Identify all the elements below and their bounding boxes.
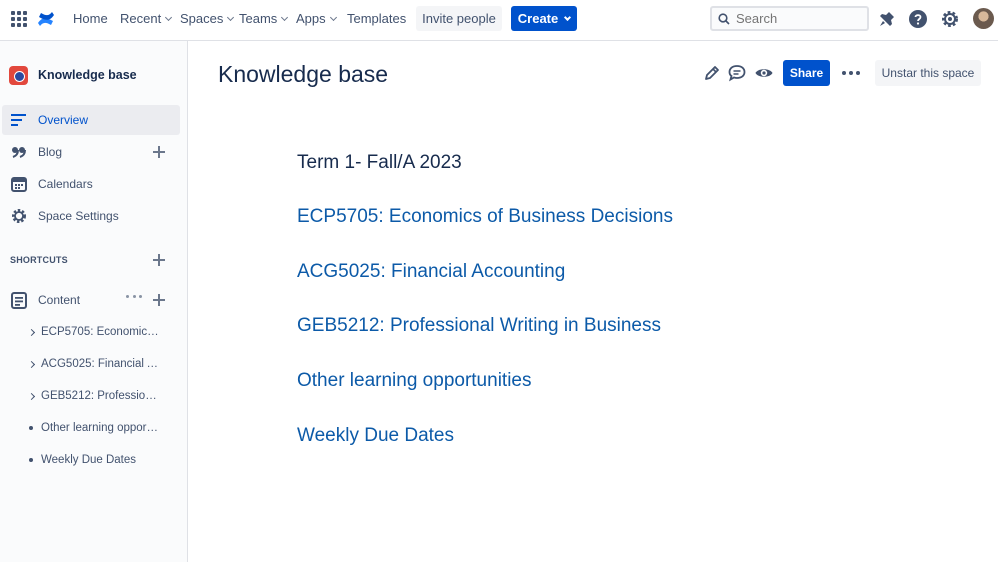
comment-icon[interactable]: [727, 63, 747, 83]
overview-icon: [10, 111, 28, 129]
nav-teams-label: Teams: [239, 11, 278, 26]
nav-spaces[interactable]: Spaces: [180, 0, 235, 38]
sidebar-item-space-settings[interactable]: Space Settings: [2, 201, 180, 231]
notification-bell-icon[interactable]: [877, 9, 897, 29]
sidebar-item-calendars[interactable]: Calendars: [2, 169, 180, 199]
course-link[interactable]: Weekly Due Dates: [297, 425, 454, 447]
search-box[interactable]: [710, 6, 869, 31]
space-sidebar: Knowledge base Overview Blog Calendars S…: [0, 41, 188, 562]
invite-people-button[interactable]: Invite people: [416, 6, 502, 31]
nav-home-label: Home: [73, 11, 108, 26]
nav-apps[interactable]: Apps: [296, 0, 337, 38]
shortcuts-heading: SHORTCUTS: [10, 255, 68, 265]
sidebar-item-label: Overview: [38, 113, 89, 127]
course-link[interactable]: ECP5705: Economics of Business Decisions: [297, 206, 673, 228]
nav-teams[interactable]: Teams: [239, 0, 289, 38]
tree-item[interactable]: ECP5705: Economics of Business Decisions: [0, 318, 186, 346]
tree-item[interactable]: Other learning opportunities: [0, 414, 186, 442]
calendar-icon: [10, 175, 28, 193]
nav-spaces-label: Spaces: [180, 11, 224, 26]
search-icon: [718, 12, 730, 25]
share-button[interactable]: Share: [783, 60, 830, 86]
tree-item[interactable]: GEB5212: Professional Writing in Busines…: [0, 382, 186, 410]
more-actions-icon[interactable]: [842, 71, 860, 75]
space-header[interactable]: Knowledge base: [9, 65, 137, 85]
page-title: Knowledge base: [218, 61, 389, 87]
course-link[interactable]: Other learning opportunities: [297, 370, 531, 392]
nav-templates[interactable]: Templates: [347, 0, 406, 38]
tree-item[interactable]: Weekly Due Dates: [0, 446, 186, 474]
add-shortcut-icon[interactable]: [153, 254, 165, 266]
add-content-icon[interactable]: [153, 294, 165, 306]
chevron-down-icon: [329, 13, 337, 22]
help-icon[interactable]: [908, 9, 928, 29]
sidebar-item-label: Blog: [38, 145, 63, 159]
nav-recent-label: Recent: [120, 11, 162, 26]
space-logo-icon: [9, 65, 28, 85]
chevron-right-icon[interactable]: [24, 328, 38, 336]
nav-home[interactable]: Home: [73, 0, 108, 38]
space-name: Knowledge base: [38, 68, 137, 82]
create-button[interactable]: Create: [511, 6, 577, 31]
nav-templates-label: Templates: [347, 11, 407, 26]
add-blog-icon[interactable]: [153, 146, 165, 158]
tree-item-label: Weekly Due Dates: [41, 454, 137, 466]
sidebar-item-label: Space Settings: [38, 209, 119, 223]
nav-recent[interactable]: Recent: [120, 0, 173, 38]
app-switcher-icon[interactable]: [11, 11, 27, 27]
user-avatar[interactable]: [973, 8, 994, 29]
term-heading: Term 1- Fall/A 2023: [297, 152, 462, 173]
sidebar-item-label: Calendars: [38, 177, 93, 191]
watch-eye-icon[interactable]: [754, 63, 774, 83]
edit-pencil-icon[interactable]: [702, 63, 722, 83]
sidebar-item-overview[interactable]: Overview: [2, 105, 180, 135]
unstar-space-button[interactable]: Unstar this space: [875, 60, 981, 86]
tree-item-label: ACG5025: Financial Accounting: [41, 358, 161, 370]
tree-item[interactable]: ACG5025: Financial Accounting: [0, 350, 186, 378]
chevron-down-icon: [564, 13, 572, 22]
content-page-icon: [10, 291, 28, 309]
tree-item-label: GEB5212: Professional Writing in Busines…: [41, 390, 161, 402]
settings-gear-icon[interactable]: [940, 9, 960, 29]
content-more-actions-icon[interactable]: [126, 295, 142, 299]
chevron-down-icon: [165, 13, 173, 22]
confluence-logo-icon[interactable]: [36, 9, 56, 29]
top-navigation: Home Recent Spaces Teams Apps Templates …: [0, 0, 998, 41]
quote-icon: [10, 143, 28, 161]
chevron-down-icon: [227, 13, 235, 22]
tree-item-label: ECP5705: Economics of Business Decisions: [41, 326, 161, 338]
search-input[interactable]: [736, 11, 856, 26]
chevron-right-icon[interactable]: [24, 392, 38, 400]
nav-apps-label: Apps: [296, 11, 326, 26]
bullet-icon: [24, 426, 38, 430]
sidebar-item-label: Content: [38, 293, 81, 307]
gear-icon: [10, 207, 28, 225]
create-label: Create: [517, 11, 559, 26]
tree-item-label: Other learning opportunities: [41, 422, 161, 434]
course-link[interactable]: GEB5212: Professional Writing in Busines…: [297, 315, 661, 337]
chevron-down-icon: [281, 13, 289, 22]
bullet-icon: [24, 458, 38, 462]
chevron-right-icon[interactable]: [24, 360, 38, 368]
course-link[interactable]: ACG5025: Financial Accounting: [297, 261, 565, 283]
